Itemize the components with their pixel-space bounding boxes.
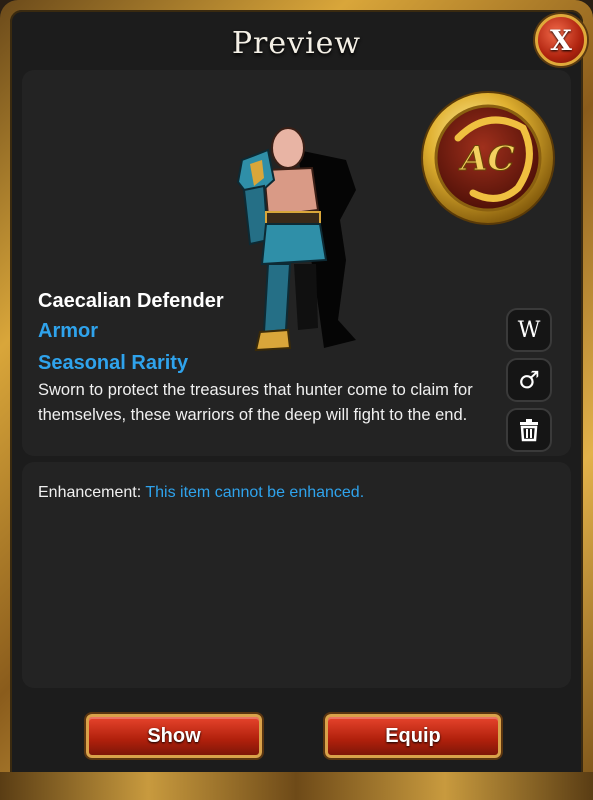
character-preview	[236, 127, 356, 352]
close-button[interactable]: X	[535, 14, 587, 66]
enhancement-row: Enhancement: This item cannot be enhance…	[38, 484, 364, 502]
item-type: Armor	[38, 320, 99, 342]
wiki-button[interactable]: W	[508, 310, 550, 350]
delete-button[interactable]	[508, 410, 550, 450]
enhancement-value: This item cannot be enhanced.	[145, 484, 365, 501]
logo-text: AC	[458, 139, 514, 179]
enhancement-label: Enhancement:	[38, 484, 142, 501]
bottom-frame-strip	[0, 772, 593, 800]
dialog-title: Preview	[231, 26, 362, 61]
show-button[interactable]: Show	[86, 714, 262, 758]
gender-toggle-button[interactable]: ♂	[508, 360, 550, 400]
ac-logo-icon: AC	[421, 91, 555, 225]
item-description: Sworn to protect the treasures that hunt…	[38, 381, 473, 424]
item-name: Caecalian Defender	[38, 290, 224, 312]
equip-button[interactable]: Equip	[325, 714, 501, 758]
item-rarity: Seasonal Rarity	[38, 352, 189, 374]
trash-icon	[520, 419, 538, 442]
